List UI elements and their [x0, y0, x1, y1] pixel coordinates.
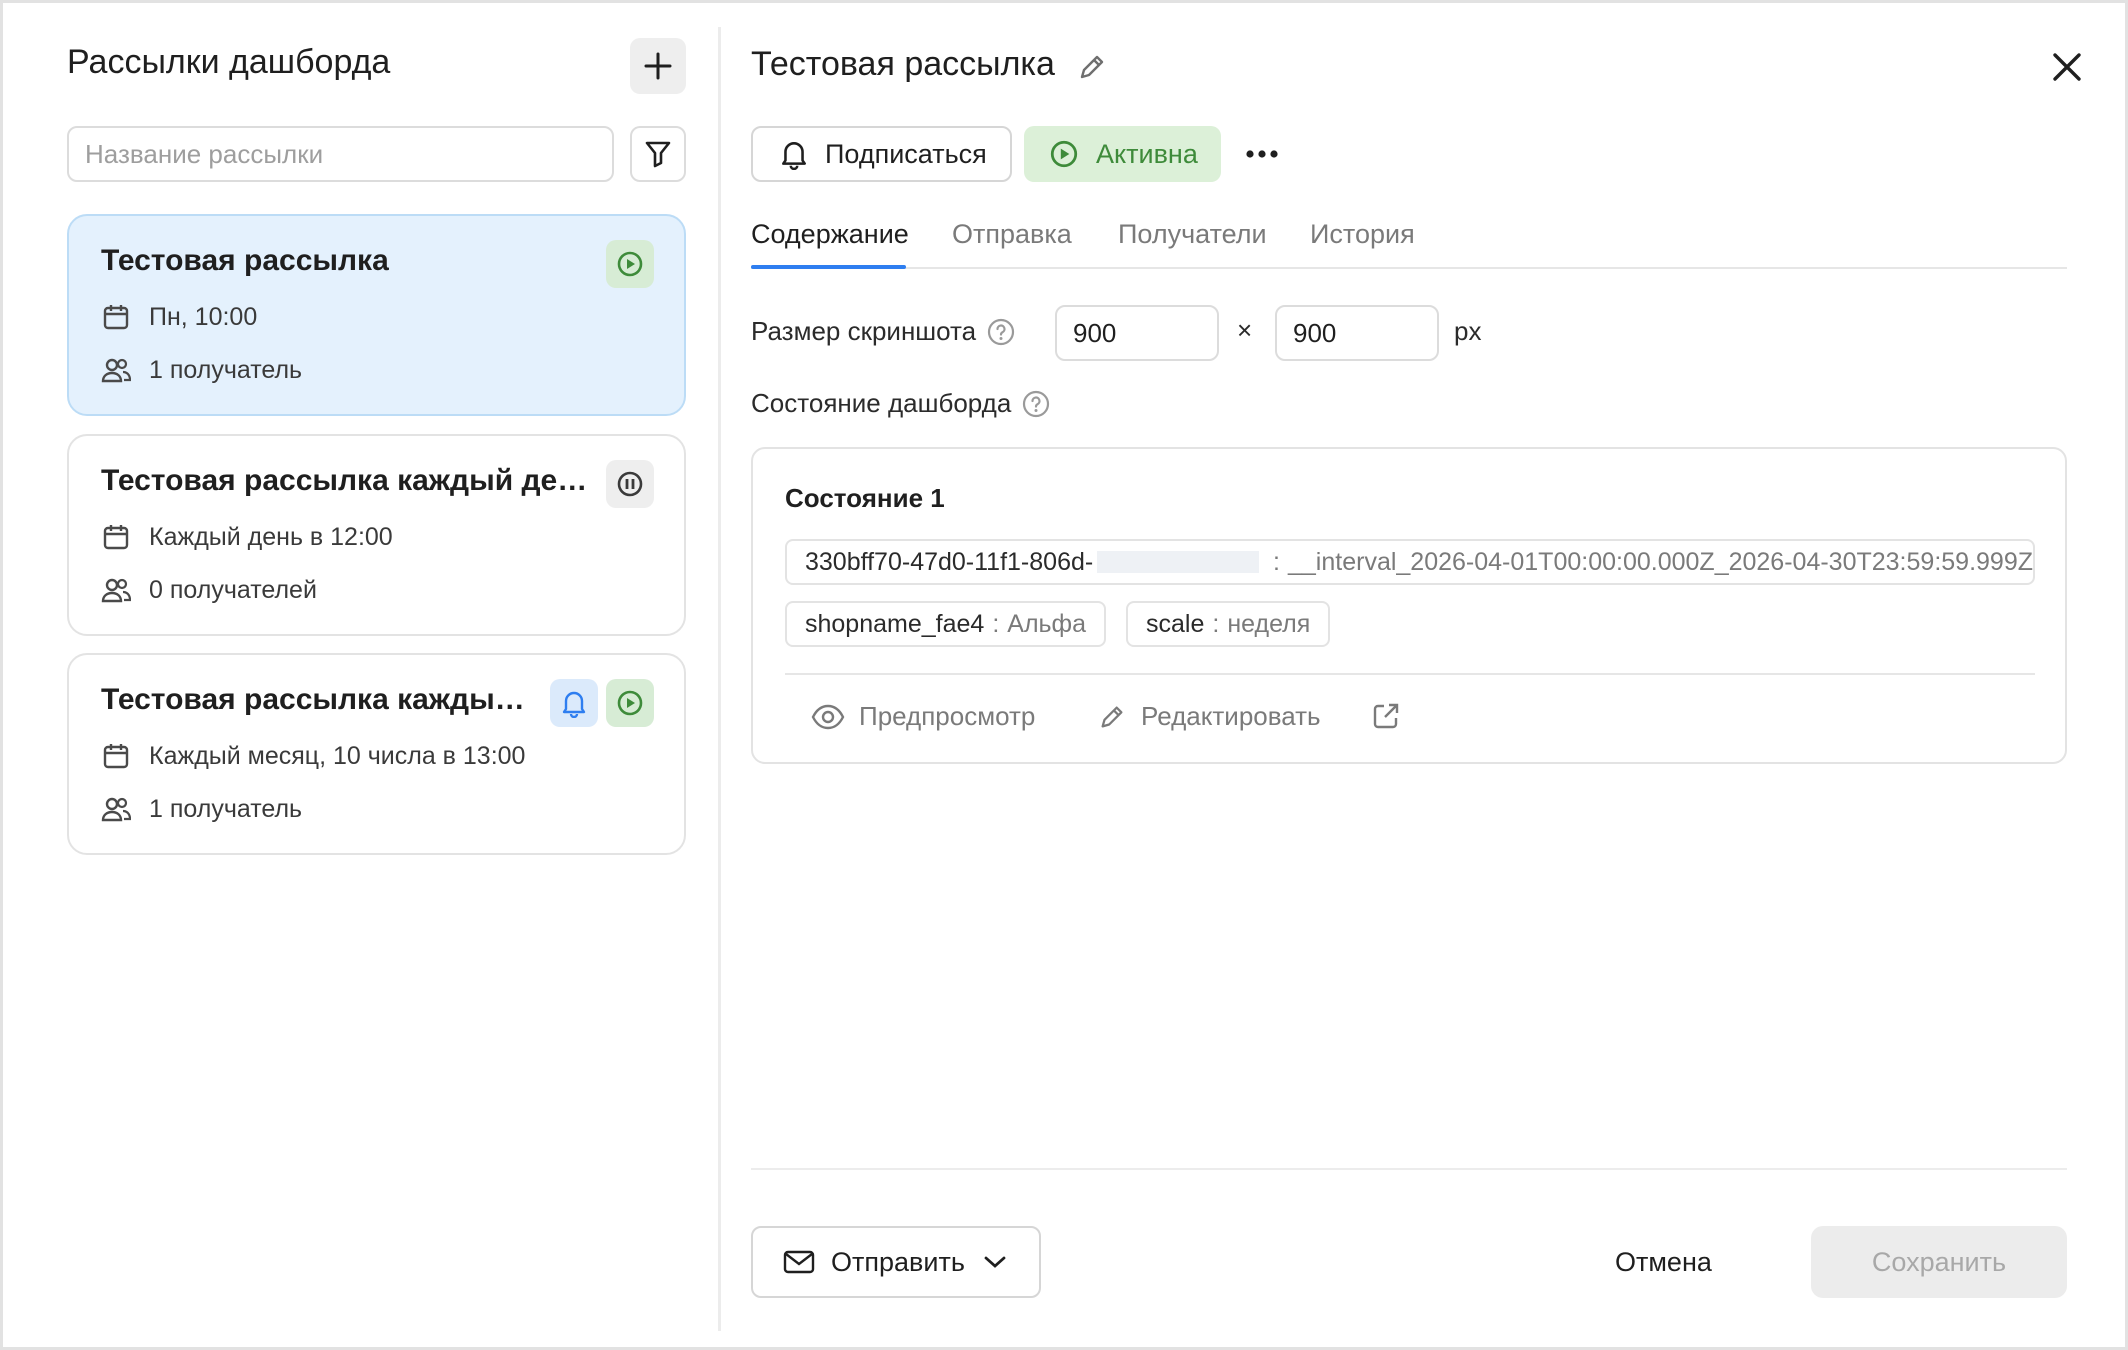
- screenshot-width-input[interactable]: [1055, 305, 1219, 361]
- tab-sending[interactable]: Отправка: [952, 219, 1072, 250]
- param-key: 330bff70-47d0-11f1-806d-: [805, 547, 1094, 576]
- masked-value: [1097, 551, 1260, 573]
- calendar-icon: [103, 744, 129, 769]
- param-value: __interval_2026-04-01T00:00:00.000Z_2026…: [1288, 547, 2033, 576]
- subscribe-button[interactable]: Подписаться: [751, 126, 1012, 182]
- bell-icon: [782, 142, 806, 170]
- mailing-recipients: 1 получатель: [101, 355, 302, 385]
- mailing-card[interactable]: Тестовая рассылка каждый м... Каждый мес…: [67, 653, 686, 855]
- tab-content[interactable]: Содержание: [751, 219, 909, 250]
- filter-icon: [645, 141, 671, 168]
- state-param-chip: shopname_fae4 : Альфа: [785, 601, 1107, 647]
- mailing-schedule: Каждый месяц, 10 числа в 13:00: [101, 741, 525, 771]
- state-title: Состояние 1: [785, 483, 945, 513]
- mailing-search-input[interactable]: [67, 126, 614, 182]
- status-active-badge: [606, 679, 654, 727]
- status-active-badge: [606, 240, 654, 288]
- mailing-detail-title: Тестовая рассылка: [751, 45, 1055, 83]
- active-status-button[interactable]: Активна: [1024, 126, 1221, 182]
- pause-icon: [617, 471, 643, 497]
- cancel-button[interactable]: Отмена: [1615, 1247, 1712, 1278]
- subscribed-badge: [550, 679, 598, 727]
- open-external-button[interactable]: [1371, 701, 1401, 731]
- filter-button[interactable]: [630, 126, 686, 182]
- footer-divider: [751, 1168, 2067, 1170]
- add-mailing-button[interactable]: [630, 38, 686, 94]
- state-param-chip: scale : неделя: [1126, 601, 1331, 647]
- close-icon[interactable]: [2047, 47, 2087, 87]
- help-icon[interactable]: [1021, 389, 1051, 419]
- calendar-icon: [103, 525, 129, 550]
- people-icon: [101, 797, 131, 822]
- times-sign: ×: [1237, 315, 1253, 345]
- bell-icon: [562, 691, 586, 718]
- calendar-icon: [103, 305, 129, 330]
- mailing-title: Тестовая рассылка каждый м...: [101, 683, 541, 716]
- unit-label: px: [1454, 316, 1482, 346]
- more-icon: [1246, 150, 1278, 158]
- mailing-title: Тестовая рассылка: [101, 244, 389, 277]
- mailing-schedule: Каждый день в 12:00: [101, 522, 393, 552]
- tab-recipients[interactable]: Получатели: [1118, 219, 1267, 250]
- mailing-card[interactable]: Тестовая рассылка каждый день Каждый ден…: [67, 434, 686, 636]
- dashboard-state-label: Состояние дашборда: [751, 388, 1051, 419]
- chevron-down-icon: [984, 1256, 1006, 1268]
- detail-tabs: Содержание Отправка Получатели История: [751, 213, 2067, 269]
- people-icon: [101, 578, 131, 603]
- screenshot-height-input[interactable]: [1275, 305, 1439, 361]
- status-paused-badge: [606, 460, 654, 508]
- send-button[interactable]: Отправить: [751, 1226, 1041, 1298]
- play-icon: [1050, 140, 1078, 168]
- mail-icon: [783, 1250, 815, 1274]
- preview-button[interactable]: Предпросмотр: [811, 701, 1035, 732]
- state-param-interval: 330bff70-47d0-11f1-806d- : __interval_20…: [785, 539, 2035, 585]
- mailing-recipients: 1 получатель: [101, 794, 302, 824]
- state-divider: [785, 673, 2035, 675]
- mailings-dialog: Рассылки дашборда Тестовая рассылка Пн, …: [0, 0, 2128, 1350]
- mailing-recipients: 0 получателей: [101, 575, 317, 605]
- screenshot-size-label: Размер скриншота: [751, 316, 1016, 347]
- mailing-card[interactable]: Тестовая рассылка Пн, 10:00 1 получатель: [67, 214, 686, 416]
- external-link-icon: [1373, 703, 1399, 729]
- mailings-sidebar: Рассылки дашборда Тестовая рассылка Пн, …: [3, 3, 719, 1347]
- save-button[interactable]: Сохранить: [1811, 1226, 2067, 1298]
- more-actions-button[interactable]: [1241, 134, 1283, 174]
- panel-divider: [718, 27, 721, 1331]
- tab-history[interactable]: История: [1310, 219, 1415, 250]
- pencil-icon[interactable]: [1076, 51, 1108, 83]
- play-icon: [617, 690, 643, 716]
- plus-icon: [644, 52, 672, 80]
- people-icon: [101, 358, 131, 383]
- active-tab-indicator: [751, 265, 906, 269]
- mailing-title: Тестовая рассылка каждый день: [101, 464, 591, 497]
- dashboard-state-card: Состояние 1 330bff70-47d0-11f1-806d- : _…: [751, 447, 2067, 764]
- play-icon: [617, 251, 643, 277]
- help-icon[interactable]: [986, 317, 1016, 347]
- sidebar-title: Рассылки дашборда: [67, 43, 391, 81]
- pencil-icon: [1101, 706, 1123, 727]
- eye-icon: [811, 704, 845, 729]
- mailing-schedule: Пн, 10:00: [101, 302, 257, 332]
- edit-state-button[interactable]: Редактировать: [1097, 701, 1321, 732]
